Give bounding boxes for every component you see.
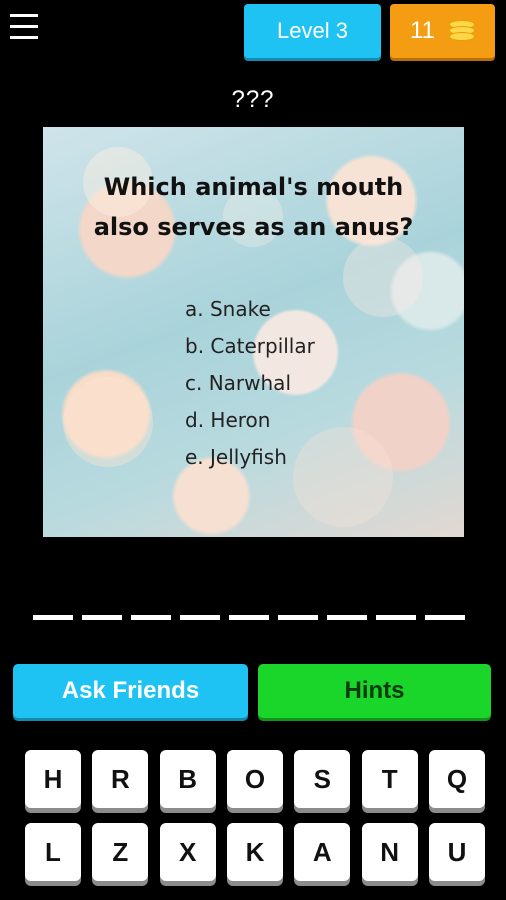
letter-key[interactable]: Q [428, 750, 485, 808]
question-line-2: also serves as an anus? [93, 213, 414, 241]
letter-key[interactable]: K [226, 823, 283, 881]
coin-stack-icon [448, 20, 475, 42]
coins-button[interactable]: 11 [390, 4, 495, 58]
answer-slots [33, 615, 465, 620]
coin-count: 11 [410, 17, 435, 44]
answer-slot[interactable] [278, 615, 318, 620]
answer-slot[interactable] [327, 615, 367, 620]
answer-title: ??? [231, 86, 275, 113]
answer-slot[interactable] [82, 615, 122, 620]
option-item: c. Narwhal [185, 371, 291, 395]
letter-key[interactable]: L [25, 823, 81, 881]
letter-key[interactable]: R [92, 750, 149, 808]
letter-key[interactable]: A [294, 823, 351, 881]
letter-key[interactable]: B [159, 750, 216, 808]
answer-slot[interactable] [131, 615, 171, 620]
hints-button[interactable]: Hints [258, 664, 491, 718]
option-item: a. Snake [185, 297, 271, 321]
answer-slot[interactable] [229, 615, 269, 620]
ask-friends-label: Ask Friends [61, 677, 200, 704]
answer-slot[interactable] [425, 615, 465, 620]
answer-slot[interactable] [180, 615, 220, 620]
options-list: a. Snake b. Caterpillar c. Narwhal d. He… [185, 291, 315, 476]
letter-key[interactable]: S [294, 750, 351, 808]
letter-key[interactable]: Z [92, 823, 149, 881]
letter-key[interactable]: O [226, 750, 283, 808]
menu-button[interactable] [10, 14, 40, 42]
question-text: Which animal's mouth also serves as an a… [43, 167, 464, 247]
letter-key[interactable]: T [361, 750, 418, 808]
letter-key[interactable]: N [361, 823, 418, 881]
answer-slot[interactable] [33, 615, 73, 620]
hamburger-menu-icon [10, 14, 38, 17]
ask-friends-button[interactable]: Ask Friends [13, 664, 248, 718]
level-button[interactable]: Level 3 [244, 4, 381, 58]
letter-key[interactable]: U [428, 823, 485, 881]
keyboard-row-2: L Z X K A N U [25, 823, 485, 881]
option-item: d. Heron [185, 408, 271, 432]
option-item: e. Jellyfish [185, 445, 287, 469]
letter-key[interactable]: H [25, 750, 81, 808]
option-item: b. Caterpillar [185, 334, 315, 358]
hints-label: Hints [344, 677, 405, 704]
puzzle-image: Which animal's mouth also serves as an a… [43, 127, 464, 537]
keyboard-row-1: H R B O S T Q [25, 750, 485, 808]
answer-slot[interactable] [376, 615, 416, 620]
level-label: Level 3 [277, 18, 348, 43]
letter-key[interactable]: X [159, 823, 216, 881]
question-line-1: Which animal's mouth [103, 173, 404, 201]
